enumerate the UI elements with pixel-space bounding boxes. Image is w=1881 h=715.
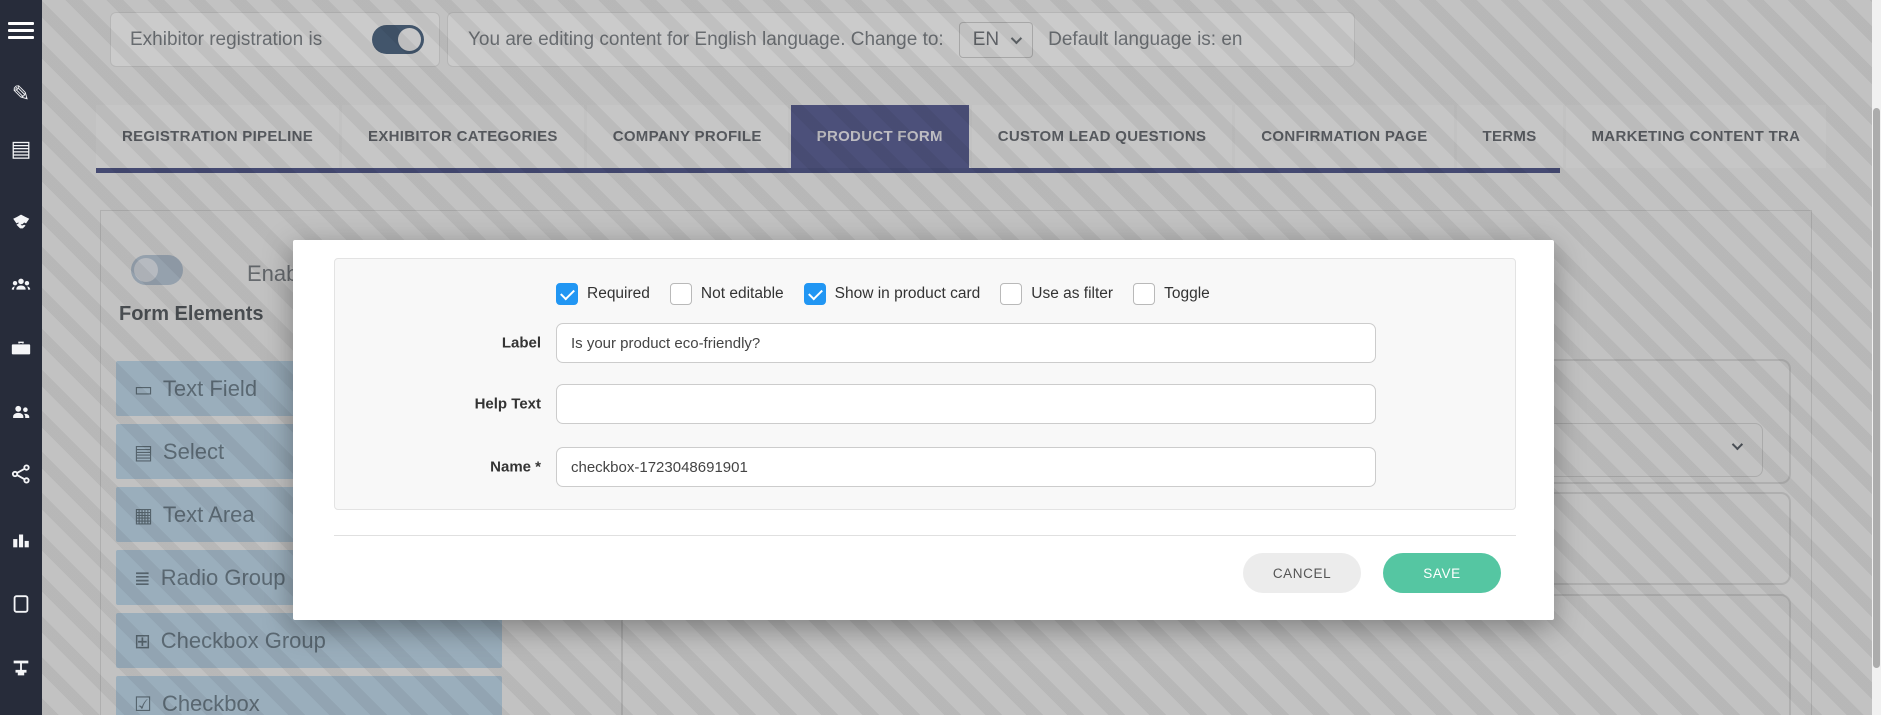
chevron-down-icon bbox=[1732, 439, 1743, 450]
briefcase-icon[interactable] bbox=[0, 326, 42, 370]
exhibitor-registration-card: Exhibitor registration is bbox=[110, 12, 440, 67]
language-select[interactable]: EN bbox=[959, 22, 1033, 58]
tab-product-form[interactable]: PRODUCT FORM bbox=[791, 105, 969, 168]
scrollbar-thumb[interactable] bbox=[1873, 108, 1880, 668]
tab-company-profile[interactable]: COMPANY PROFILE bbox=[587, 105, 788, 168]
edit-icon[interactable]: ✎ bbox=[0, 73, 42, 117]
form-element-checkbox[interactable]: ☑ Checkbox bbox=[116, 676, 502, 715]
checkbox-label: Toggle bbox=[1164, 285, 1210, 303]
form-element-label: Checkbox Group bbox=[161, 628, 326, 654]
share-icon[interactable] bbox=[0, 452, 42, 496]
menu-icon-bars bbox=[8, 18, 34, 43]
radio-group-icon: ≣ bbox=[134, 566, 151, 590]
tablet-icon[interactable] bbox=[0, 582, 42, 626]
textarea-icon: ▦ bbox=[134, 503, 153, 527]
name-input[interactable] bbox=[556, 447, 1376, 487]
chevron-down-icon bbox=[1011, 32, 1022, 43]
tab-underline bbox=[96, 168, 1560, 173]
checkbox-icon bbox=[804, 283, 826, 305]
tab-exhibitor-categories[interactable]: EXHIBITOR CATEGORIES bbox=[342, 105, 584, 168]
cancel-button[interactable]: CANCEL bbox=[1243, 553, 1361, 593]
language-select-value: EN bbox=[973, 29, 999, 51]
default-language-text: Default language is: en bbox=[1048, 29, 1242, 51]
exhibitor-registration-label: Exhibitor registration is bbox=[130, 29, 322, 51]
toggle-knob bbox=[398, 28, 421, 51]
text-field-icon: ▭ bbox=[134, 377, 153, 401]
not-editable-checkbox[interactable]: Not editable bbox=[670, 283, 784, 305]
menu-icon[interactable] bbox=[0, 8, 42, 52]
checkbox-label: Required bbox=[587, 285, 650, 303]
stand-icon[interactable] bbox=[0, 646, 42, 690]
checkbox-icon bbox=[1133, 283, 1155, 305]
checkbox-icon bbox=[556, 283, 578, 305]
checkbox-icon bbox=[670, 283, 692, 305]
tab-terms[interactable]: TERMS bbox=[1457, 105, 1563, 168]
name-field-label: Name * bbox=[341, 459, 541, 476]
form-elements-title: Form Elements bbox=[119, 303, 263, 326]
help-text-field-label: Help Text bbox=[341, 396, 541, 413]
field-settings-modal: Required Not editable Show in product ca… bbox=[293, 240, 1554, 620]
scrollbar[interactable] bbox=[1872, 0, 1881, 715]
form-list-icon[interactable]: ▤ bbox=[0, 128, 42, 172]
field-options-row: Required Not editable Show in product ca… bbox=[556, 283, 1210, 305]
required-checkbox[interactable]: Required bbox=[556, 283, 650, 305]
checkbox-group-icon: ⊞ bbox=[134, 629, 151, 653]
handshake-icon[interactable] bbox=[0, 200, 42, 244]
label-field-label: Label bbox=[341, 335, 541, 352]
registration-toggle[interactable] bbox=[372, 25, 424, 54]
language-card: You are editing content for English lang… bbox=[447, 12, 1355, 67]
checkbox-label: Not editable bbox=[701, 285, 784, 303]
toggle-knob bbox=[134, 258, 158, 282]
tab-custom-lead-questions[interactable]: CUSTOM LEAD QUESTIONS bbox=[972, 105, 1233, 168]
form-element-label: Text Area bbox=[163, 502, 255, 528]
checkbox-label: Show in product card bbox=[835, 285, 981, 303]
form-element-label: Radio Group bbox=[161, 565, 286, 591]
select-icon: ▤ bbox=[134, 440, 153, 464]
checkbox-label: Use as filter bbox=[1031, 285, 1113, 303]
label-field-row: Label bbox=[335, 323, 1515, 363]
use-as-filter-checkbox[interactable]: Use as filter bbox=[1000, 283, 1113, 305]
tab-confirmation-page[interactable]: CONFIRMATION PAGE bbox=[1235, 105, 1453, 168]
checkbox-icon: ☑ bbox=[134, 692, 152, 715]
label-input[interactable] bbox=[556, 323, 1376, 363]
name-field-row: Name * bbox=[335, 447, 1515, 487]
tab-bar: REGISTRATION PIPELINE EXHIBITOR CATEGORI… bbox=[96, 105, 1826, 168]
field-settings-panel: Required Not editable Show in product ca… bbox=[334, 258, 1516, 510]
analytics-icon[interactable] bbox=[0, 518, 42, 562]
toggle-checkbox[interactable]: Toggle bbox=[1133, 283, 1210, 305]
help-text-input[interactable] bbox=[556, 384, 1376, 424]
form-element-label: Text Field bbox=[163, 376, 257, 402]
save-button[interactable]: SAVE bbox=[1383, 553, 1501, 593]
tab-registration-pipeline[interactable]: REGISTRATION PIPELINE bbox=[96, 105, 339, 168]
form-element-label: Select bbox=[163, 439, 224, 465]
editing-language-text: You are editing content for English lang… bbox=[468, 29, 944, 51]
form-element-checkbox-group[interactable]: ⊞ Checkbox Group bbox=[116, 613, 502, 668]
team-icon[interactable] bbox=[0, 263, 42, 307]
visitors-icon[interactable] bbox=[0, 390, 42, 434]
enable-toggle[interactable] bbox=[131, 255, 183, 285]
tab-marketing-content-translations[interactable]: MARKETING CONTENT TRA bbox=[1566, 105, 1827, 168]
modal-footer-divider bbox=[334, 535, 1516, 536]
form-element-label: Checkbox bbox=[162, 691, 260, 715]
help-text-field-row: Help Text bbox=[335, 384, 1515, 424]
show-in-product-card-checkbox[interactable]: Show in product card bbox=[804, 283, 981, 305]
checkbox-icon bbox=[1000, 283, 1022, 305]
sidebar: ✎ ▤ bbox=[0, 0, 42, 715]
